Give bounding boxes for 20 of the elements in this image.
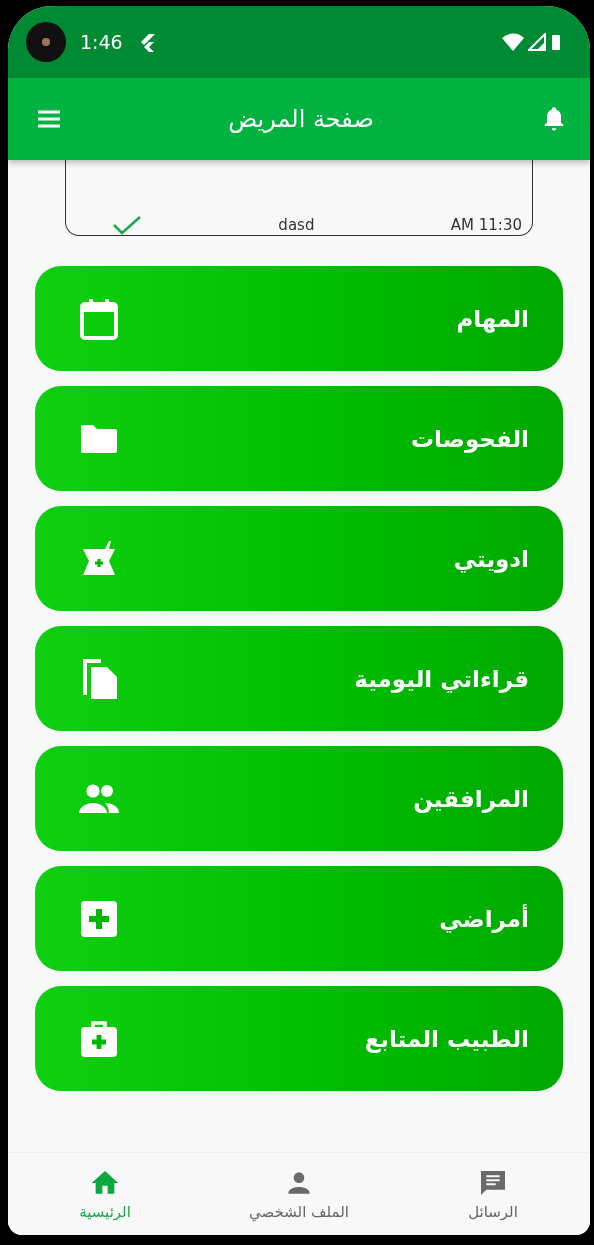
nav-tab[interactable]: الملف الشخصي [214,1166,384,1222]
menu-button[interactable]: أمراضي [35,866,563,971]
battery-icon [552,34,560,50]
message-card[interactable]: dasd AM 11:30 [65,160,533,236]
signal-icon [528,33,546,51]
message-text: dasd [278,215,315,235]
page-title: صفحة المريض [227,105,375,133]
menu-button[interactable]: ادويتي [35,506,563,611]
menu-button[interactable]: المرافقين [35,746,563,851]
menu-button[interactable]: قراءاتي اليومية [35,626,563,731]
camera-hole [26,22,66,62]
wifi-icon [502,33,524,51]
status-time: 1:46 [80,31,123,53]
nav-tab[interactable]: الرئيسية [20,1166,190,1222]
nav-tab[interactable]: الرسائل [408,1166,578,1222]
message-time: AM 11:30 [450,215,522,235]
menu-icon[interactable] [36,108,62,130]
menu-button[interactable]: المهام [35,266,563,371]
menu-button[interactable]: الطبيب المتابع [35,986,563,1091]
menu-button[interactable]: الفحوصات [35,386,563,491]
